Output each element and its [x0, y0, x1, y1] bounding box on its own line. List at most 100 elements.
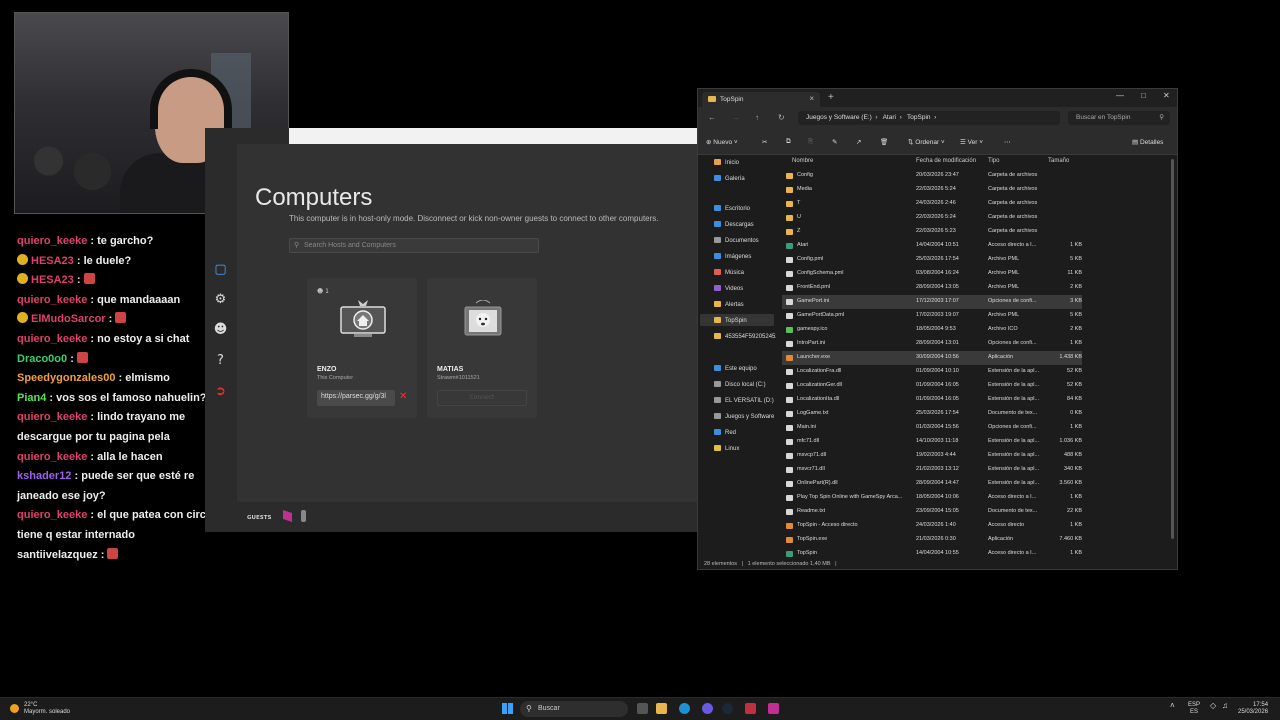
taskbar-search[interactable]: ⚲ Buscar — [520, 701, 628, 717]
parsec-icon[interactable] — [768, 703, 779, 714]
file-row[interactable]: T 24/03/2026 2:46 Carpeta de archivos — [782, 197, 1082, 211]
tab-topspin[interactable]: TopSpin × — [702, 92, 820, 107]
details-button[interactable]: ▤ Detalles — [1132, 138, 1163, 146]
file-row[interactable]: U 22/03/2026 5:24 Carpeta de archivos — [782, 211, 1082, 225]
delete-icon[interactable]: 🗑 — [880, 138, 888, 146]
nav-item[interactable]: Disco local (C:) — [714, 381, 776, 388]
nav-item[interactable]: EL VERSATIL (D:) — [714, 397, 776, 404]
file-row[interactable]: GamePort.ini 17/12/2003 17:07 Opciones de … — [782, 295, 1082, 309]
nav-item[interactable]: TopSpin — [714, 317, 776, 324]
file-row[interactable]: Config 20/03/2026 23:47 Carpeta de archivo… — [782, 169, 1082, 183]
up-icon[interactable]: ↑ — [755, 113, 759, 122]
nav-item[interactable]: Imágenes — [714, 253, 776, 260]
network-icon[interactable]: ◇ — [1210, 702, 1216, 710]
friends-icon[interactable]: ☻ — [213, 322, 228, 337]
clock[interactable]: 17:54 25/03/2026 — [1238, 702, 1268, 716]
breadcrumb-item[interactable]: TopSpin — [907, 114, 931, 121]
help-icon[interactable]: ? — [213, 353, 228, 368]
nav-item[interactable]: Música — [714, 269, 776, 276]
file-row[interactable]: LocalizationGer.dll 01/09/2004 16:05 Exten… — [782, 379, 1082, 393]
close-window-button[interactable]: ✕ — [1163, 91, 1170, 100]
nav-item[interactable]: Inicio — [714, 159, 776, 166]
copy-icon[interactable]: ⧉ — [786, 138, 791, 146]
maximize-button[interactable]: □ — [1141, 91, 1146, 100]
computer-card-matias[interactable]: MATIAS Strawm#1011521 Connect — [427, 278, 537, 418]
refresh-icon[interactable]: ↻ — [778, 113, 785, 122]
file-row[interactable]: LocalizationFra.dll 01/09/2004 10:10 Exten… — [782, 365, 1082, 379]
paste-icon[interactable]: ⎘ — [808, 138, 813, 146]
nav-item[interactable]: Red — [714, 429, 776, 436]
nav-item[interactable]: Linux — [714, 445, 776, 452]
file-row[interactable]: msvcr71.dll 21/02/2003 13:12 Extensión de … — [782, 463, 1082, 477]
file-row[interactable]: LogGame.txt 25/03/2026 17:54 Documento de … — [782, 407, 1082, 421]
minimize-button[interactable]: — — [1116, 91, 1124, 100]
file-row[interactable]: Media 22/03/2026 5:24 Carpeta de archivos — [782, 183, 1082, 197]
share-icon[interactable]: ↗ — [856, 138, 861, 146]
nav-item[interactable]: Alertas — [714, 301, 776, 308]
gear-icon[interactable]: ⚙ — [213, 292, 228, 307]
scrollbar[interactable] — [1171, 159, 1174, 539]
weather-widget[interactable]: 22°C Mayorm. soleado — [10, 702, 70, 716]
nav-item[interactable]: 453554F592052452 — [714, 333, 776, 340]
nav-item[interactable]: Videos — [714, 285, 776, 292]
connect-button[interactable]: Connect — [437, 390, 527, 406]
nav-item[interactable]: Juegos y Software — [714, 413, 776, 420]
close-tab-icon[interactable]: × — [809, 94, 814, 103]
volume-icon[interactable]: ♫ — [1222, 702, 1228, 710]
computers-icon[interactable]: ▢ — [213, 262, 228, 277]
close-icon[interactable]: ✕ — [399, 392, 407, 402]
column-header-type[interactable]: Tipo — [988, 158, 999, 164]
file-row[interactable]: Z 22/03/2026 5:23 Carpeta de archivos — [782, 225, 1082, 239]
rename-icon[interactable]: ✎ — [832, 138, 837, 146]
explorer-search-input[interactable]: Buscar en TopSpin ⚲ — [1068, 111, 1170, 125]
breadcrumb-item[interactable]: Juegos y Software (E:) — [806, 114, 872, 121]
edge-icon[interactable] — [679, 703, 690, 714]
nav-item[interactable]: Galería — [714, 175, 776, 182]
logout-icon[interactable]: ➲ — [213, 384, 228, 399]
file-row[interactable]: Play Top Spin Online with GameSpy Arca..… — [782, 491, 1082, 505]
file-row[interactable]: Main.ini 01/03/2004 15:56 Opciones de conf… — [782, 421, 1082, 435]
file-row[interactable]: IntroPart.ini 28/09/2004 13:01 Opciones de… — [782, 337, 1082, 351]
share-link-field[interactable]: https://parsec.gg/g/3l — [317, 390, 395, 406]
search-input[interactable]: ⚲ Search Hosts and Computers — [289, 238, 539, 253]
breadcrumb[interactable]: Juegos y Software (E:) › Atari › TopSpin… — [798, 111, 1060, 125]
forward-icon[interactable]: → — [732, 113, 740, 122]
breadcrumb-item[interactable]: Atari — [883, 114, 896, 121]
file-row[interactable]: Config.pml 25/03/2026 17:54 Archivo PML 5 K… — [782, 253, 1082, 267]
sort-button[interactable]: ⇅ Ordenar ˅ — [908, 138, 945, 146]
file-row[interactable]: msvcp71.dll 19/02/2003 4:44 Extensión de l… — [782, 449, 1082, 463]
view-button[interactable]: ☰ Ver ˅ — [960, 138, 983, 146]
computer-card-enzo[interactable]: ☻ 1 ENZO This Computer https://parsec.gg… — [307, 278, 417, 418]
more-icon[interactable]: ⋯ — [1004, 138, 1011, 146]
guest-avatar[interactable] — [301, 510, 306, 522]
cut-icon[interactable]: ✂ — [762, 138, 767, 146]
file-row[interactable]: GamePortData.pml 17/02/2003 19:07 Archivo … — [782, 309, 1082, 323]
file-explorer-icon[interactable] — [656, 703, 667, 714]
file-row[interactable]: Atari 14/04/2004 10:51 Acceso directo a I.… — [782, 239, 1082, 253]
file-row[interactable]: FrontEnd.pml 28/09/2004 13:05 Archivo PML 2… — [782, 281, 1082, 295]
nav-item[interactable]: Documentos — [714, 237, 776, 244]
file-row[interactable]: OnlinePart(R).dll 28/09/2004 14:47 Extensi… — [782, 477, 1082, 491]
app-icon[interactable] — [745, 703, 756, 714]
steam-icon[interactable] — [722, 703, 733, 714]
nav-item[interactable]: Este equipo — [714, 365, 776, 372]
file-row[interactable]: TopSpin.exe 21/03/2026 0:30 Aplicación 7.46… — [782, 533, 1082, 547]
start-button[interactable] — [502, 703, 513, 714]
new-button[interactable]: ⊕ Nuevo ˅ — [706, 138, 738, 146]
language-indicator[interactable]: ESP ES — [1188, 702, 1200, 716]
file-row[interactable]: TopSpin - Acceso directo 24/03/2026 1:40 A… — [782, 519, 1082, 533]
discord-icon[interactable] — [702, 703, 713, 714]
new-tab-button[interactable]: + — [828, 92, 834, 103]
back-icon[interactable]: ← — [708, 113, 716, 122]
column-header-size[interactable]: Tamaño — [1048, 158, 1069, 164]
nav-item[interactable]: Escritorio — [714, 205, 776, 212]
column-header-name[interactable]: Nombre — [792, 158, 813, 164]
file-row[interactable]: ConfigSchema.pml 03/08/2004 16:24 Archivo … — [782, 267, 1082, 281]
file-row[interactable]: Launcher.exe 30/09/2004 10:56 Aplicación 1.… — [782, 351, 1082, 365]
file-row[interactable]: mfc71.dll 14/10/2003 11:18 Extensión de la… — [782, 435, 1082, 449]
file-row[interactable]: gamespy.ico 18/05/2004 9:53 Archivo ICO 2 K… — [782, 323, 1082, 337]
column-header-date[interactable]: Fecha de modificación — [916, 158, 976, 164]
nav-item[interactable]: Descargas — [714, 221, 776, 228]
tray-expand-icon[interactable]: ˄ — [1170, 702, 1175, 710]
file-row[interactable]: Readme.txt 23/09/2004 15:05 Documento de t… — [782, 505, 1082, 519]
